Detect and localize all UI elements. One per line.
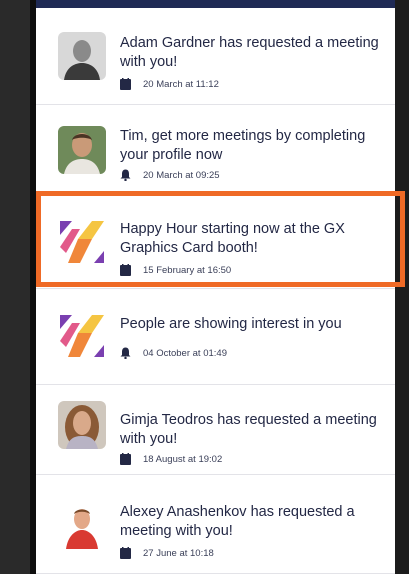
notification-item[interactable]: Happy Hour starting now at the GX Graphi…: [36, 193, 395, 289]
notification-date: 04 October at 01:49: [143, 347, 227, 359]
profile-avatar: [58, 126, 106, 174]
calendar-icon: [120, 264, 131, 276]
notification-item[interactable]: Gimja Teodros has requested a meeting wi…: [36, 385, 395, 475]
notifications-list: Adam Gardner has requested a meeting wit…: [36, 8, 395, 574]
calendar-icon: [120, 78, 131, 90]
notification-text: Tim, get more meetings by completing you…: [120, 128, 366, 163]
notification-date: 20 March at 11:12: [143, 78, 219, 90]
bell-icon: [120, 347, 131, 360]
notification-meta: 20 March at 11:12: [120, 78, 219, 90]
gimja-teodros-avatar: [58, 401, 106, 449]
notification-meta: 15 February at 16:50: [120, 264, 231, 276]
notification-meta: 04 October at 01:49: [120, 347, 227, 360]
bell-icon: [120, 169, 131, 182]
notification-text: People are showing interest in you: [120, 316, 342, 332]
notification-date: 18 August at 19:02: [143, 453, 223, 465]
notification-text: Happy Hour starting now at the GX Graphi…: [120, 221, 345, 256]
notification-text: Alexey Anashenkov has requested a meetin…: [120, 504, 355, 539]
notification-item[interactable]: People are showing interest in you 04 Oc…: [36, 289, 395, 385]
calendar-icon: [120, 547, 131, 559]
calendar-icon: [120, 453, 131, 465]
event-logo: [58, 311, 106, 359]
adam-gardner-avatar: [58, 32, 106, 80]
notification-date: 27 June at 10:18: [143, 547, 214, 559]
event-logo: [58, 217, 106, 265]
device-bezel-right: [395, 0, 409, 574]
notification-item[interactable]: Alexey Anashenkov has requested a meetin…: [36, 475, 395, 574]
notification-item[interactable]: Adam Gardner has requested a meeting wit…: [36, 8, 395, 105]
notification-date: 20 March at 09:25: [143, 169, 220, 181]
notification-item[interactable]: Tim, get more meetings by completing you…: [36, 105, 395, 193]
notification-text: Gimja Teodros has requested a meeting wi…: [120, 412, 377, 447]
notification-date: 15 February at 16:50: [143, 264, 232, 276]
notification-meta: 20 March at 09:25: [120, 169, 220, 182]
alexey-anashenkov-avatar: [58, 501, 106, 549]
device-bezel-left: [0, 0, 30, 574]
notification-text: Adam Gardner has requested a meeting wit…: [120, 35, 379, 70]
notification-meta: 27 June at 10:18: [120, 547, 214, 559]
notification-meta: 18 August at 19:02: [120, 453, 222, 465]
header-strip: [36, 0, 395, 8]
